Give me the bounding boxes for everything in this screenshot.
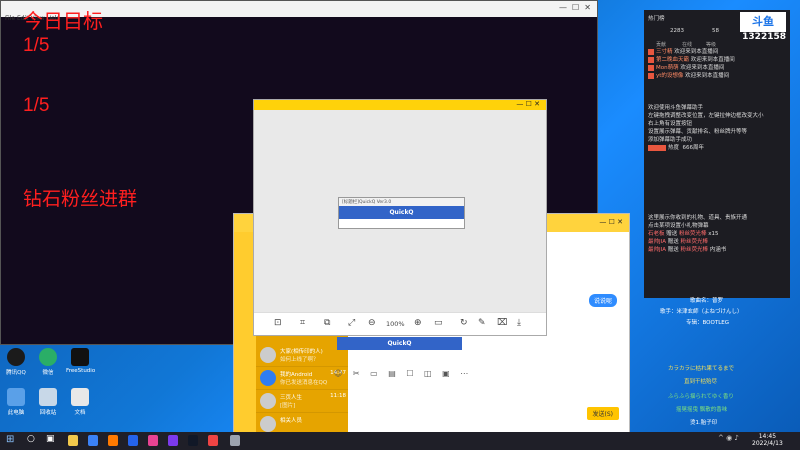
panel-header: 热门榜	[648, 16, 665, 22]
tray-icons[interactable]: ^ ◉ ♪	[718, 434, 739, 442]
taskbar-app-icon[interactable]	[188, 435, 198, 446]
fullscreen-icon[interactable]: ⤢	[348, 318, 355, 328]
lyric-line: カラカラに枯れ果てるまで	[668, 366, 735, 372]
goal-title: 今日目标	[23, 11, 103, 33]
lyric-line: ふらふら揺られてゆく香り	[668, 394, 734, 400]
download-icon[interactable]: ⤓	[517, 318, 521, 328]
conversation-item[interactable]: 三页人生 [图片] 11:18	[256, 390, 348, 413]
lyric-line: 摇晃摇曳 飘散的香味	[676, 407, 728, 413]
captured-brand-bar: QuickQ	[339, 206, 464, 219]
notice-line: 欢迎使用斗鱼弹幕助手	[648, 105, 704, 111]
rotate-icon[interactable]: ↻	[460, 318, 468, 328]
notice-line: 左键拖拽调整改变位置，左键拉伸边框改变大小	[648, 113, 764, 119]
fans-group-note: 钻石粉丝进群	[23, 189, 138, 210]
goal-count-2: 1/5	[23, 95, 50, 116]
album-name: 专辑：BOOTLEG	[686, 320, 729, 326]
taskbar-app-icon[interactable]	[148, 435, 158, 446]
copy-icon[interactable]: ⧉	[324, 318, 330, 328]
desktop-icon-recycle-bin[interactable]: 回收站	[34, 388, 62, 416]
desktop-icon-documents[interactable]: 文档	[66, 388, 94, 416]
captured-title: [标题栏]QuickQ Ver3.0	[339, 198, 464, 206]
hot-row: 热度 666周年	[648, 144, 788, 152]
zoom-out-icon[interactable]: ⊖	[368, 318, 376, 328]
zoom-in-icon[interactable]: ⊕	[414, 318, 422, 328]
notice-line: 右上角有设置按钮	[648, 121, 693, 127]
taskbar-explorer-icon[interactable]	[68, 435, 78, 446]
fit-icon[interactable]: ⊡	[274, 318, 282, 328]
viewer-toolbar[interactable]: ⊡ ⌗ ⧉ ⤢ ⊖ 100% ⊕ ▭ ↻ ✎ ⌧ ⤓	[254, 312, 546, 335]
desktop-icon-freestudio[interactable]: FreeStudio	[66, 348, 95, 374]
captured-image: [标题栏]QuickQ Ver3.0 QuickQ	[338, 197, 465, 229]
desktop-icon-computer[interactable]: 此电脑	[2, 388, 30, 416]
chat-bubble: 说说呢	[588, 294, 617, 307]
taskbar-app-icon[interactable]	[168, 435, 178, 446]
chat-toolbar[interactable]: ☺ ✂ ▭ ▤ ☐ ◫ ▣ ⋯	[334, 369, 472, 378]
welcome-item: Mon萌萌 欢迎来到本直播间	[648, 64, 748, 72]
clock[interactable]: 14:45 2022/4/13	[752, 433, 783, 447]
start-icon[interactable]: ⊞	[6, 434, 14, 445]
taskbar-app-icon[interactable]	[88, 435, 98, 446]
task-view-icon[interactable]: ▣	[46, 434, 55, 444]
gift-notice: 点击某项设置小礼物弹幕	[648, 223, 709, 229]
gift-notice: 这里展示你收到的礼物、道具、贵族开通	[648, 215, 748, 221]
welcome-item: 第二晚血天霸 欢迎来到本直播间	[648, 56, 748, 64]
notice-block: 欢迎使用斗鱼弹幕助手 左键拖拽调整改变位置，左键拉伸边框改变大小 右上角有设置按…	[648, 104, 788, 152]
welcome-list: 三寸精 欢迎来到本直播间 第二晚血天霸 欢迎来到本直播间 Mon萌萌 欢迎来到本…	[648, 48, 748, 80]
crop-icon[interactable]: ⌧	[497, 318, 507, 328]
taskbar-app-icon[interactable]	[230, 435, 240, 446]
send-button[interactable]: 发送(S)	[586, 407, 619, 420]
danmaku-assistant-panel[interactable]: 热门榜 2283 58 斗鱼 1322158 贡献 在线 等级 三寸精 欢迎来到…	[644, 10, 790, 298]
col-level: 等级	[706, 42, 717, 48]
col-online: 在线	[682, 42, 693, 48]
stat-2: 58	[712, 28, 719, 34]
qq-window-controls[interactable]: — ☐ ✕	[599, 218, 623, 226]
gift-item: 最帅JIA 赠送 粉丝荧光棒	[648, 239, 709, 245]
taskbar-app-icon[interactable]	[108, 435, 118, 446]
gift-block: 这里展示你收到的礼物、道具、贵族开通 点击某项设置小礼物弹幕 石老板 赠送 粉丝…	[648, 214, 788, 254]
desktop-icon-qq[interactable]: 腾讯QQ	[2, 348, 30, 376]
welcome-item: yt的设想像 欢迎来到本直播间	[648, 72, 748, 80]
song-name: 歌曲名：普罗	[690, 298, 724, 304]
quickq-bar[interactable]: QuickQ	[337, 337, 462, 350]
stat-1: 2283	[670, 28, 684, 34]
desktop-icon-wechat[interactable]: 微信	[34, 348, 62, 376]
zoom-level: 100%	[386, 320, 405, 328]
actual-size-icon[interactable]: ▭	[434, 318, 443, 328]
taskbar-app-icon[interactable]	[128, 435, 138, 446]
taskbar-app-icon[interactable]	[208, 435, 218, 446]
window-controls[interactable]: — ☐ ✕	[559, 3, 591, 12]
welcome-item: 三寸精 欢迎来到本直播间	[648, 48, 748, 56]
notice-line: 设置展示弹幕、贡献排名、粉丝牌升等等	[648, 129, 748, 135]
conversation-item[interactable]: 大家(相传印的人) 如何上线了啊？	[256, 344, 348, 367]
notice-line: 添加弹幕助手成功	[648, 137, 693, 143]
viewer-window-controls[interactable]: — ☐ ✕	[516, 100, 540, 108]
lyric-line: 直到干枯殆尽	[684, 379, 718, 385]
gift-item: 石老板 赠送 粉丝荧光棒 x15	[648, 231, 719, 237]
lyric-line: 烫1.胎子印	[690, 420, 718, 426]
taskbar[interactable]: ⊞ ○ ▣ ^ ◉ ♪ 14:45 2022/4/13	[0, 432, 800, 450]
goal-count-1: 1/5	[23, 35, 50, 56]
screenshot-viewer-window[interactable]: — ☐ ✕ [标题栏]QuickQ Ver3.0 QuickQ ⊡ ⌗ ⧉ ⤢ …	[253, 99, 547, 336]
viewer-titlebar[interactable]: — ☐ ✕	[254, 100, 546, 110]
edit-icon[interactable]: ✎	[478, 318, 486, 328]
singer-name: 歌手：米津玄師（よねづけんし）	[660, 309, 743, 315]
room-number: 1322158	[742, 32, 786, 42]
douyu-logo: 斗鱼	[740, 12, 786, 32]
crop-select-icon[interactable]: ⌗	[300, 318, 305, 328]
gift-item: 最帅JIA 赠送 粉丝荧光棒 内涵书	[648, 247, 727, 253]
search-icon[interactable]: ○	[27, 434, 35, 444]
col-contribution: 贡献	[656, 42, 667, 48]
